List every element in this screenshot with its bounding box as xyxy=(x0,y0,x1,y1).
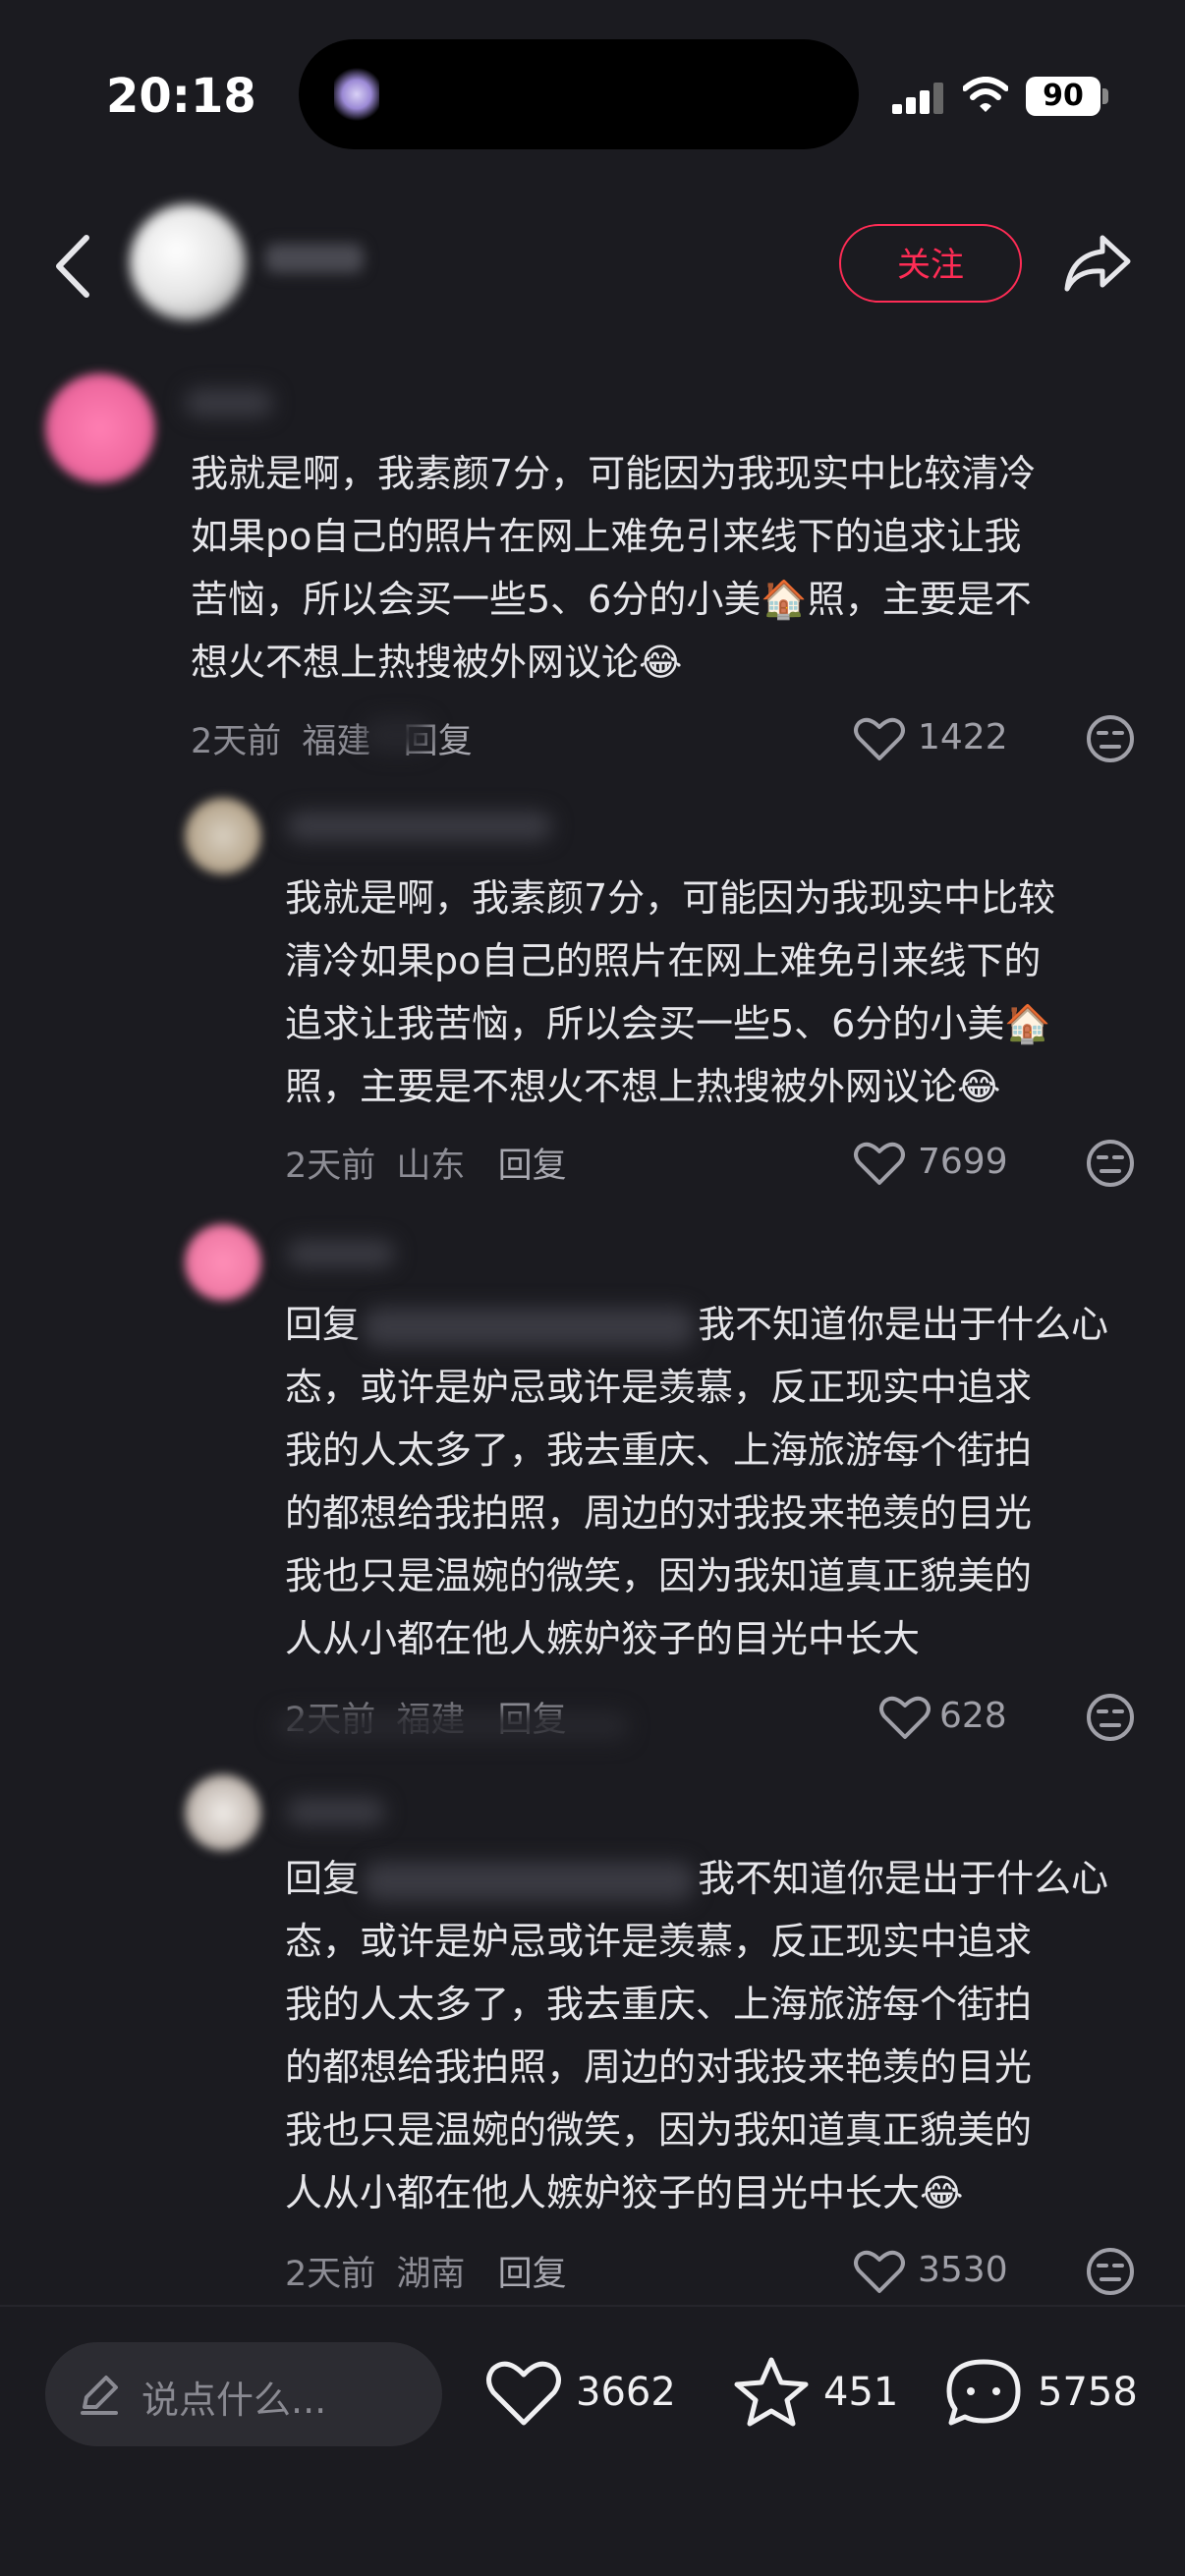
crying-laughing-emoji-icon: 😂 xyxy=(957,1065,1001,1108)
post-like-count: 3662 xyxy=(576,2370,676,2415)
post-favorite-count: 451 xyxy=(823,2370,899,2415)
dislike-face-icon[interactable] xyxy=(1085,2246,1136,2297)
status-time: 20:18 xyxy=(106,69,256,124)
username-blurred[interactable] xyxy=(185,389,273,417)
comment-bubble-icon[interactable] xyxy=(945,2358,1022,2429)
battery-indicator: 90 xyxy=(1026,77,1100,116)
username-blurred[interactable] xyxy=(287,1240,395,1267)
comment-location: 福建 xyxy=(302,722,371,761)
like-count: 1422 xyxy=(918,717,1008,757)
comment-meta: 2天前 山东 回复 xyxy=(285,1138,567,1188)
house-emoji-icon: 🏠 xyxy=(761,578,808,621)
reply-button[interactable]: 回复 xyxy=(498,2255,567,2294)
share-icon[interactable] xyxy=(1063,232,1132,295)
comment-text: 我就是啊，我素颜7分，可能因为我现实中比较 清冷如果po自己的照片在网上难免引来… xyxy=(285,876,1056,1108)
back-chevron-icon[interactable] xyxy=(49,232,98,301)
comment-meta: 2天前 湖南 回复 xyxy=(285,2246,567,2296)
reply-button[interactable]: 回复 xyxy=(498,1147,567,1186)
comment-time: 2天前 xyxy=(191,722,282,761)
blur-overlay xyxy=(275,1711,629,1741)
dynamic-island xyxy=(299,39,859,149)
comment-avatar[interactable] xyxy=(45,373,155,483)
author-avatar[interactable] xyxy=(130,204,246,320)
like-heart-icon[interactable] xyxy=(853,715,906,762)
crying-laughing-emoji-icon: 😂 xyxy=(920,2171,964,2214)
cellular-signal-icon xyxy=(892,83,943,114)
dislike-face-icon[interactable] xyxy=(1085,713,1136,764)
username-blurred[interactable] xyxy=(287,1798,385,1825)
author-name-blurred[interactable] xyxy=(265,244,364,273)
crying-laughing-emoji-icon: 😂 xyxy=(639,641,683,684)
comment-text: 回复 我不知道你是出于什么心 态，或许是妒忌或许是羡慕，反正现实中追求 我的人太多… xyxy=(285,1857,1109,2214)
wifi-icon xyxy=(963,77,1008,112)
follow-button[interactable]: 关注 xyxy=(839,224,1022,303)
pencil-icon xyxy=(81,2376,118,2415)
like-heart-icon[interactable] xyxy=(853,2248,906,2295)
like-heart-icon[interactable] xyxy=(853,1140,906,1187)
mention-blurred xyxy=(364,1861,695,1901)
comment-avatar[interactable] xyxy=(185,798,261,874)
comment-avatar[interactable] xyxy=(185,1774,261,1851)
comment-avatar[interactable] xyxy=(185,1224,261,1301)
like-count: 7699 xyxy=(918,1142,1008,1182)
flashlight-icon xyxy=(334,67,379,122)
mention-blurred xyxy=(364,1307,695,1347)
comment-time: 2天前 xyxy=(285,2255,376,2294)
post-comment-count: 5758 xyxy=(1038,2370,1138,2415)
comment-input-placeholder[interactable]: 说点什么... xyxy=(141,2370,326,2424)
comment-location: 山东 xyxy=(396,1147,466,1186)
comment-text: 我就是啊，我素颜7分，可能因为我现实中比较清冷 如果po自己的照片在网上难免引来… xyxy=(191,452,1037,684)
comment-location: 湖南 xyxy=(396,2255,466,2294)
like-heart-icon[interactable] xyxy=(878,1694,931,1741)
battery-cap xyxy=(1102,88,1108,104)
username-blurred[interactable] xyxy=(287,812,552,841)
comment-text: 回复 我不知道你是出于什么心 态，或许是妒忌或许是羡慕，反正现实中追求 我的人太多… xyxy=(285,1303,1109,1660)
bottom-bar-divider xyxy=(0,2305,1185,2307)
comment-time: 2天前 xyxy=(285,1147,376,1186)
like-count: 628 xyxy=(939,1696,1007,1736)
house-emoji-icon: 🏠 xyxy=(1004,1002,1051,1045)
like-heart-icon[interactable] xyxy=(485,2358,562,2429)
like-count: 3530 xyxy=(918,2250,1008,2290)
dislike-face-icon[interactable] xyxy=(1085,1692,1136,1743)
star-favorite-icon[interactable] xyxy=(733,2356,810,2427)
dislike-face-icon[interactable] xyxy=(1085,1138,1136,1189)
blur-overlay xyxy=(364,717,432,753)
